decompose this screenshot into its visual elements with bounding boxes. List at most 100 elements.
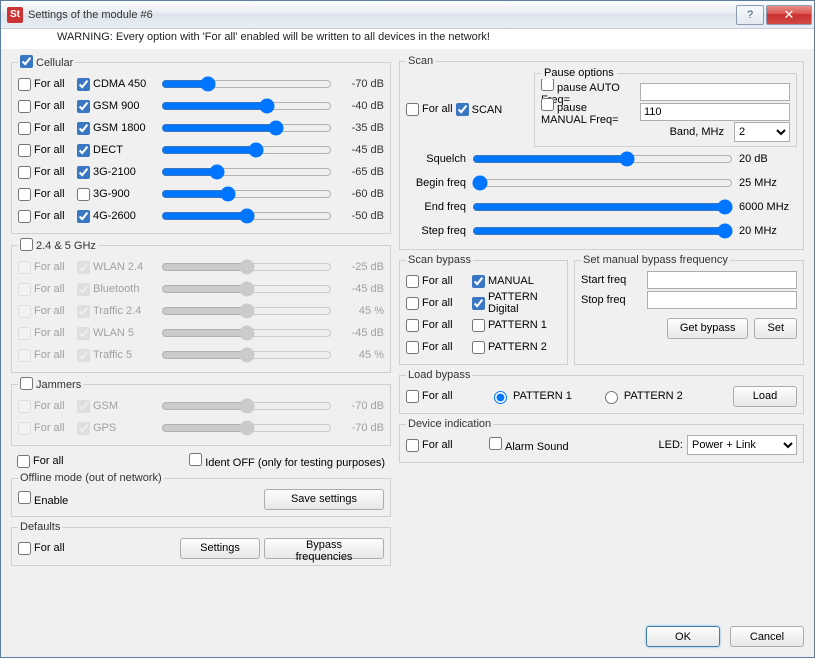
help-button[interactable]: ? xyxy=(736,5,764,25)
jammers-legend[interactable]: Jammers xyxy=(18,377,83,391)
cellular-slider-1[interactable] xyxy=(161,97,332,115)
end-label: End freq xyxy=(406,201,466,213)
scanbypass-opt-1[interactable]: PATTERN Digital xyxy=(472,291,561,315)
scanbypass-forall-2[interactable]: For all xyxy=(406,319,466,332)
loadbypass-forall[interactable]: For all xyxy=(406,390,461,403)
led-select[interactable]: Power + Link xyxy=(687,435,797,455)
scan-bypass-group: Scan bypass For all MANUAL For all PATTE… xyxy=(399,254,568,365)
close-button[interactable]: ✕ xyxy=(766,5,812,25)
band-select[interactable]: 2 xyxy=(734,122,790,142)
end-slider[interactable] xyxy=(472,198,733,216)
offline-enable[interactable]: Enable xyxy=(18,491,68,507)
cellular-slider-0[interactable] xyxy=(161,75,332,93)
ghz-slider-3[interactable] xyxy=(161,324,332,342)
cellular-enable-6[interactable]: 4G-2600 xyxy=(77,210,157,223)
ident-off[interactable]: Ident OFF (only for testing purposes) xyxy=(189,453,385,469)
ghz-slider-0[interactable] xyxy=(161,258,332,276)
ghz-enable-3[interactable]: WLAN 5 xyxy=(77,327,157,340)
stop-freq-input[interactable] xyxy=(647,291,797,309)
ghz-forall-3[interactable]: For all xyxy=(18,327,73,340)
window: St Settings of the module #6 ? ✕ WARNING… xyxy=(0,0,815,658)
cellular-forall-0[interactable]: For all xyxy=(18,78,73,91)
cellular-slider-3[interactable] xyxy=(161,141,332,159)
cellular-val-2: -35 dB xyxy=(336,122,384,134)
ok-button[interactable]: OK xyxy=(646,626,720,647)
ghz-forall-1[interactable]: For all xyxy=(18,283,73,296)
jammers-enable-1[interactable]: GPS xyxy=(77,422,157,435)
cellular-forall-1[interactable]: For all xyxy=(18,100,73,113)
cellular-enable-2[interactable]: GSM 1800 xyxy=(77,122,157,135)
begin-slider[interactable] xyxy=(472,174,733,192)
cellular-forall-2[interactable]: For all xyxy=(18,122,73,135)
save-settings-button[interactable]: Save settings xyxy=(264,489,384,510)
ghz-slider-1[interactable] xyxy=(161,280,332,298)
defaults-forall[interactable]: For all xyxy=(18,542,73,555)
pattern1-radio[interactable]: PATTERN 1 xyxy=(489,388,572,404)
cellular-slider-2[interactable] xyxy=(161,119,332,137)
defaults-settings-button[interactable]: Settings xyxy=(180,538,260,559)
cellular-forall-4[interactable]: For all xyxy=(18,166,73,179)
offline-group: Offline mode (out of network) Enable Sav… xyxy=(11,472,391,517)
cellular-legend[interactable]: Cellular xyxy=(18,55,75,69)
start-freq-input[interactable] xyxy=(647,271,797,289)
cellular-enable-4[interactable]: 3G-2100 xyxy=(77,166,157,179)
squelch-slider[interactable] xyxy=(472,150,733,168)
cellular-toggle[interactable] xyxy=(20,55,33,68)
get-bypass-button[interactable]: Get bypass xyxy=(667,318,749,339)
step-label: Step freq xyxy=(406,225,466,237)
cellular-enable-0[interactable]: CDMA 450 xyxy=(77,78,157,91)
scanbypass-opt-0[interactable]: MANUAL xyxy=(472,275,561,288)
ghz-forall-4[interactable]: For all xyxy=(18,349,73,362)
jammers-toggle[interactable] xyxy=(20,377,33,390)
cellular-forall-6[interactable]: For all xyxy=(18,210,73,223)
ghz-legend[interactable]: 2.4 & 5 GHz xyxy=(18,238,98,252)
cellular-slider-6[interactable] xyxy=(161,207,332,225)
cancel-button[interactable]: Cancel xyxy=(730,626,804,647)
cellular-enable-5[interactable]: 3G-900 xyxy=(77,188,157,201)
scanbypass-forall-0[interactable]: For all xyxy=(406,275,466,288)
jammers-forall-1[interactable]: For all xyxy=(18,422,73,435)
ghz-forall-0[interactable]: For all xyxy=(18,261,73,274)
jammers-row: For all GSM -70 dB xyxy=(18,395,384,417)
cellular-enable-1[interactable]: GSM 900 xyxy=(77,100,157,113)
pause-manual-freq[interactable] xyxy=(640,103,790,121)
cellular-row: For all 3G-900 -60 dB xyxy=(18,183,384,205)
cellular-forall-3[interactable]: For all xyxy=(18,144,73,157)
set-bypass-button[interactable]: Set xyxy=(754,318,797,339)
pattern2-radio[interactable]: PATTERN 2 xyxy=(600,388,683,404)
jammers-forall-0[interactable]: For all xyxy=(18,400,73,413)
jammers-slider-0[interactable] xyxy=(161,397,332,415)
ghz-slider-4[interactable] xyxy=(161,346,332,364)
scanbypass-forall-3[interactable]: For all xyxy=(406,341,466,354)
jammers-slider-1[interactable] xyxy=(161,419,332,437)
ghz-forall-2[interactable]: For all xyxy=(18,305,73,318)
pause-auto-freq[interactable] xyxy=(640,83,790,101)
ghz-enable-4[interactable]: Traffic 5 xyxy=(77,349,157,362)
device-forall[interactable]: For all xyxy=(406,439,461,452)
scanbypass-forall-1[interactable]: For all xyxy=(406,297,466,310)
defaults-bypass-button[interactable]: Bypass frequencies xyxy=(264,538,384,559)
load-button[interactable]: Load xyxy=(733,386,797,407)
ghz-row: For all Traffic 5 45 % xyxy=(18,344,384,366)
ghz-enable-0[interactable]: WLAN 2.4 xyxy=(77,261,157,274)
ghz-enable-1[interactable]: Bluetooth xyxy=(77,283,157,296)
pause-manual[interactable]: pause MANUAL Freq= xyxy=(541,98,634,126)
band-label: Band, MHz xyxy=(670,126,724,138)
scanbypass-opt-2[interactable]: PATTERN 1 xyxy=(472,319,561,332)
scanbypass-opt-3[interactable]: PATTERN 2 xyxy=(472,341,561,354)
scan-forall[interactable]: For all xyxy=(406,103,453,116)
cellular-row: For all DECT -45 dB xyxy=(18,139,384,161)
jammers-enable-0[interactable]: GSM xyxy=(77,400,157,413)
cellular-slider-5[interactable] xyxy=(161,185,332,203)
ghz-enable-2[interactable]: Traffic 2.4 xyxy=(77,305,157,318)
scan-enable[interactable]: SCAN xyxy=(456,103,503,116)
step-slider[interactable] xyxy=(472,222,733,240)
cellular-forall-5[interactable]: For all xyxy=(18,188,73,201)
ghz-toggle[interactable] xyxy=(20,238,33,251)
ident-forall[interactable]: For all xyxy=(17,455,72,468)
cellular-enable-3[interactable]: DECT xyxy=(77,144,157,157)
ghz-slider-2[interactable] xyxy=(161,302,332,320)
scan-group: Scan For all SCAN Pause options pause AU… xyxy=(399,55,804,250)
alarm-sound[interactable]: Alarm Sound xyxy=(489,437,569,453)
cellular-slider-4[interactable] xyxy=(161,163,332,181)
